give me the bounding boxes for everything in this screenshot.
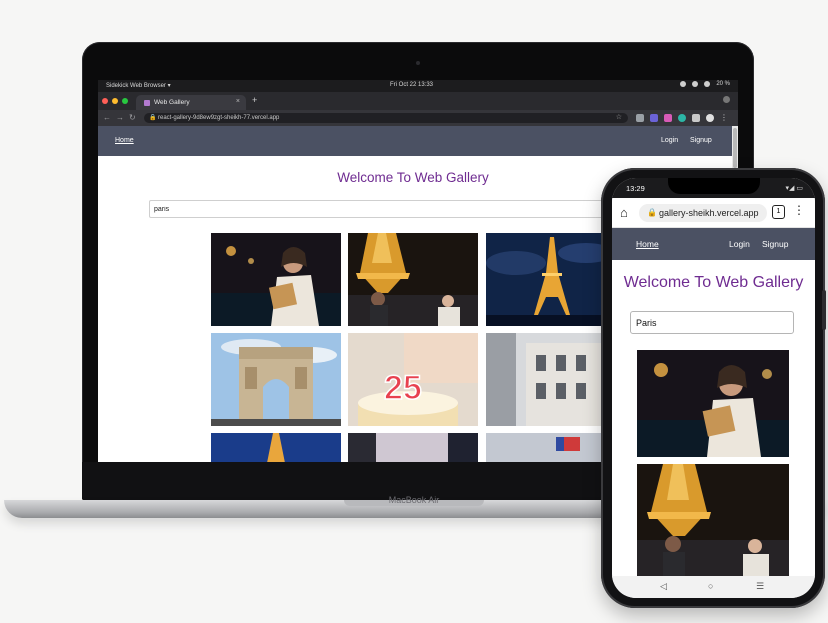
eiffel-night-photo <box>486 233 616 326</box>
search-input[interactable] <box>630 311 794 334</box>
os-clock[interactable]: Fri Oct 22 13:33 <box>390 82 433 88</box>
os-app-menu[interactable]: Sidekick Web Browser ▾ <box>106 82 171 89</box>
search-input[interactable] <box>149 200 619 218</box>
wifi-icon[interactable] <box>692 81 699 87</box>
gallery-image[interactable] <box>637 350 789 457</box>
tab-close-icon[interactable]: × <box>236 98 240 105</box>
phone-screen: 13:29 ▾◢ ▭ ⌂ 🔒 gallery-sheikh.vercel.app… <box>612 178 815 598</box>
phone-status-icons: ▾◢ ▭ <box>785 185 803 192</box>
tab-favicon-icon <box>144 99 150 106</box>
phone-address-url: gallery-sheikh.vercel.app <box>659 208 759 218</box>
gallery-image[interactable]: 25 <box>348 333 478 426</box>
gallery-image[interactable] <box>637 464 789 576</box>
back-arrow-icon[interactable]: ← <box>103 113 111 122</box>
gallery-image[interactable] <box>486 333 616 426</box>
browser-toolbar: ← → ↻ 🔒 react-gallery-9d8ew9zgt-sheikh-7… <box>98 110 738 126</box>
reader-icon[interactable] <box>636 114 644 122</box>
gallery-image[interactable] <box>486 433 616 462</box>
cake-number-candles: 25 <box>384 369 422 407</box>
notification-icon[interactable] <box>680 81 687 87</box>
phone-status-bar: 13:29 ▾◢ ▭ <box>612 178 815 198</box>
site-navbar: Home Login Signup <box>98 126 738 156</box>
new-tab-button[interactable]: + <box>252 95 257 105</box>
os-top-bar: Sidekick Web Browser ▾ Fri Oct 22 13:33 … <box>98 80 738 92</box>
profile-avatar-icon[interactable] <box>706 114 714 122</box>
lock-icon: 🔒 <box>149 115 157 121</box>
shield-extension-icon[interactable] <box>650 114 658 122</box>
maximize-window-icon[interactable] <box>122 98 128 104</box>
kebab-menu-icon[interactable]: ⋮ <box>720 114 728 122</box>
laptop-camera <box>416 61 420 65</box>
battery-indicator[interactable]: 20 % <box>716 81 730 87</box>
eiffel-couple-photo <box>637 464 789 576</box>
home-icon[interactable]: ⌂ <box>620 205 628 220</box>
macbook-label: MacBook Air <box>388 495 440 505</box>
lock-icon: 🔒 <box>647 208 657 217</box>
phone-side-button <box>822 290 826 330</box>
tab-title: Web Gallery <box>154 99 190 106</box>
browser-tab-strip: Web Gallery × + <box>98 92 738 110</box>
close-window-icon[interactable] <box>102 98 108 104</box>
home-button-icon[interactable]: ○ <box>708 581 713 591</box>
woman-with-letter-photo <box>211 233 341 326</box>
volume-icon[interactable] <box>704 81 711 87</box>
gallery-image[interactable] <box>211 433 341 462</box>
eiffel-couple-photo <box>348 233 478 326</box>
extension-icons: ⋮ <box>636 114 728 122</box>
eiffel-blue-photo <box>211 433 341 462</box>
building-flag-photo <box>486 433 616 462</box>
phone-address-bar[interactable]: 🔒 gallery-sheikh.vercel.app <box>639 204 767 222</box>
gallery-image[interactable] <box>348 433 478 462</box>
gallery-image[interactable] <box>348 233 478 326</box>
woman-with-letter-photo <box>637 350 789 457</box>
os-tray: 20 % <box>680 81 730 87</box>
phone-browser-toolbar: ⌂ 🔒 gallery-sheikh.vercel.app 1 ⋮ <box>612 198 815 228</box>
arc-de-triomphe-photo <box>211 333 341 426</box>
tab-switcher-button[interactable]: 1 <box>772 205 785 219</box>
paris-building-photo <box>486 333 616 426</box>
forward-arrow-icon[interactable]: → <box>116 113 124 122</box>
minimize-window-icon[interactable] <box>112 98 118 104</box>
puzzle-extensions-icon[interactable] <box>692 114 700 122</box>
browser-menu-icon[interactable] <box>723 96 730 103</box>
phone-notch <box>668 178 760 194</box>
phone-status-time: 13:29 <box>626 184 645 193</box>
birthday-cake-photo: 25 <box>348 333 478 426</box>
globe-extension-icon[interactable] <box>678 114 686 122</box>
phone-system-nav: ◁ ○ ☰ <box>612 576 815 598</box>
back-icon[interactable]: ◁ <box>660 581 667 592</box>
gallery-image[interactable] <box>211 233 341 326</box>
pocket-extension-icon[interactable] <box>664 114 672 122</box>
nav-signup-link[interactable]: Signup <box>762 239 788 249</box>
nav-login-link[interactable]: Login <box>661 137 678 144</box>
nav-home-link[interactable]: Home <box>115 137 134 144</box>
address-url: react-gallery-9d8ew9zgt-sheikh-77.vercel… <box>158 115 280 121</box>
phone-site-navbar: Home Login Signup <box>612 228 815 260</box>
kebab-menu-icon[interactable]: ⋮ <box>793 203 805 217</box>
recents-icon[interactable]: ☰ <box>756 581 764 592</box>
page-title: Welcome To Web Gallery <box>623 274 804 291</box>
nav-home-link[interactable]: Home <box>636 239 659 249</box>
browser-tab[interactable]: Web Gallery × <box>136 95 246 110</box>
scrollbar-thumb[interactable] <box>733 128 737 168</box>
bookmark-star-icon[interactable]: ☆ <box>616 113 622 123</box>
nav-signup-link[interactable]: Signup <box>690 137 712 144</box>
nav-login-link[interactable]: Login <box>729 239 750 249</box>
reload-icon[interactable]: ↻ <box>129 113 136 122</box>
gallery-image[interactable] <box>486 233 616 326</box>
address-bar[interactable]: 🔒 react-gallery-9d8ew9zgt-sheikh-77.verc… <box>144 113 628 123</box>
street-photo <box>348 433 478 462</box>
gallery-image[interactable] <box>211 333 341 426</box>
